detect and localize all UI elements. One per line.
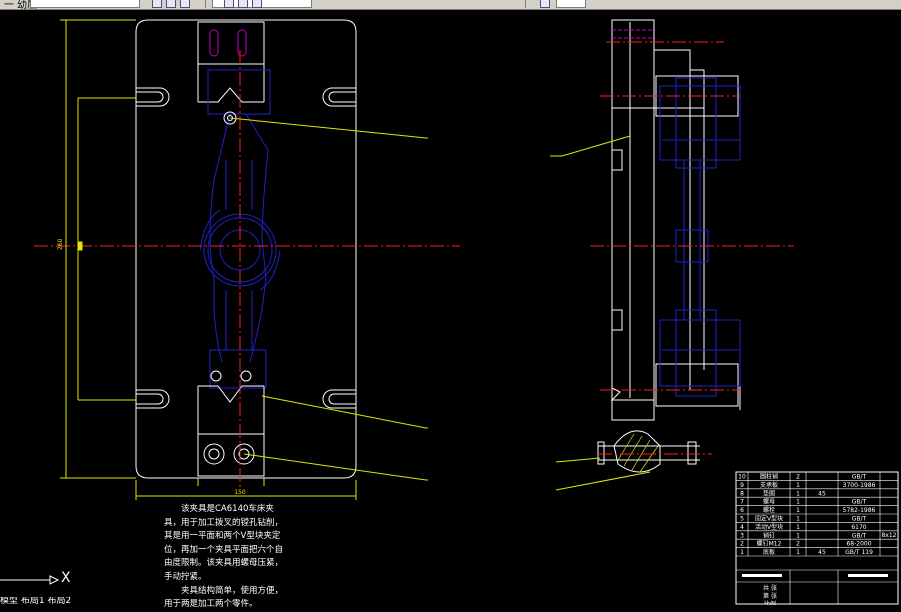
part-name: 圆柱销	[760, 473, 778, 481]
part-standard: 5782-1986	[843, 507, 876, 514]
leader-lines	[229, 117, 428, 481]
ucs-x-label: X	[61, 570, 71, 586]
side-note: 8x12	[881, 532, 896, 539]
title-block-footer: 比例	[764, 600, 776, 605]
pin-slot-right	[237, 29, 247, 57]
side-leader-lines	[550, 135, 651, 491]
part-qty: 1	[796, 524, 800, 531]
part-number: 10	[738, 474, 746, 481]
part-name: 活动V型块	[755, 523, 783, 531]
u-slot-top-left	[136, 87, 170, 107]
part-qty: 1	[796, 532, 800, 539]
part-material: 45	[818, 549, 826, 556]
pin-slot-left	[209, 29, 219, 57]
part-qty: 2	[796, 474, 800, 481]
cad-drawing-canvas[interactable]: 260 150 10 圆柱销 2 GB/T9 支承板 1 3700-19868 …	[0, 10, 901, 605]
front-view: 260 150	[34, 19, 460, 500]
side-bottom-boss	[655, 363, 739, 407]
title-block-border	[735, 471, 899, 605]
part-name: 底板	[763, 548, 775, 556]
part-number: 3	[740, 532, 744, 539]
toolbar: 一 幼层	[0, 0, 901, 10]
part-name: 支承板	[760, 481, 778, 489]
part-standard: GB/T 119	[845, 549, 873, 556]
part-number: 7	[740, 499, 744, 506]
dim-plate-width: 150	[234, 489, 246, 496]
lightbulb-icon[interactable]	[224, 0, 234, 8]
part-number: 4	[740, 524, 744, 531]
part-name: 垫圈	[763, 489, 775, 497]
part-standard: GB/T	[852, 499, 867, 506]
part-standard: 6170	[851, 524, 866, 531]
part-standard: GB/T	[852, 532, 867, 539]
part-standard: 3700-1986	[843, 482, 876, 489]
title-block-footer: 共 张	[763, 584, 777, 592]
part-number: 5	[740, 516, 744, 523]
u-slot-bottom-left	[136, 389, 170, 409]
pin-bottom-left	[210, 370, 222, 382]
sun-icon[interactable]	[238, 0, 248, 8]
pin-bottom-right	[240, 370, 252, 382]
part-number: 1	[740, 549, 744, 556]
workpiece-section	[613, 430, 661, 473]
part-material: 45	[818, 490, 826, 497]
part-qty: 1	[796, 516, 800, 523]
part-qty: 1	[796, 499, 800, 506]
part-qty: 1	[796, 490, 800, 497]
layer-dropdown[interactable]	[30, 0, 140, 8]
part-qty: 1	[796, 507, 800, 514]
ucs-icon	[0, 575, 60, 585]
color-dropdown[interactable]	[556, 0, 586, 8]
bolt-left	[203, 443, 225, 465]
part-name: 销钉	[763, 531, 775, 539]
title-block: 10 圆柱销 2 GB/T 9 支承板 1 3700-1986 8 垫圈 1 45 7 螺母 1 GB/T 6 螺…	[735, 471, 899, 605]
part-number: 6	[740, 507, 744, 514]
layer-state-icon[interactable]	[180, 0, 190, 8]
base-plate-outline	[135, 19, 357, 479]
part-number: 2	[740, 541, 744, 548]
u-slot-bottom-right	[322, 389, 356, 409]
side-bolt	[597, 441, 700, 465]
u-slot-top-left-inner	[136, 91, 164, 103]
part-qty: 1	[796, 549, 800, 556]
layer-properties-icon[interactable]	[152, 0, 162, 8]
layout-tabs[interactable]: 模型 布局1 布局2	[0, 597, 220, 605]
part-name: 螺母	[763, 498, 775, 506]
match-properties-icon[interactable]	[540, 0, 550, 8]
lock-icon[interactable]	[252, 0, 262, 8]
part-qty: 1	[796, 482, 800, 489]
part-number: 9	[740, 482, 744, 489]
top-clamp-block	[197, 21, 265, 65]
technical-notes: 该夹具是CA6140车床夹具，用于加工拨叉的镗孔钻削，其是用一平面和两个V型块夹…	[164, 503, 290, 612]
part-standard: 68-2000	[846, 541, 871, 548]
part-standard: GB/T	[852, 516, 867, 523]
u-slot-top-right	[322, 87, 356, 107]
layer-previous-icon[interactable]	[166, 0, 176, 8]
part-name: 固定V型块	[755, 515, 783, 523]
part-name: 螺栓	[763, 506, 775, 514]
u-slot-top-right-inner	[328, 91, 356, 103]
notes-paragraph-1: 该夹具是CA6140车床夹具，用于加工拨叉的镗孔钻削，其是用一平面和两个V型块夹…	[164, 504, 284, 582]
side-fork-part	[659, 77, 741, 397]
side-view	[550, 19, 794, 491]
part-qty: 2	[796, 541, 800, 548]
title-block-footer: 第 张	[763, 592, 777, 600]
part-name: 螺钉M12	[757, 540, 782, 548]
part-number: 8	[740, 490, 744, 497]
u-slot-bottom-left-inner	[136, 393, 164, 405]
dim-plate-height: 260	[57, 238, 64, 250]
u-slot-bottom-right-inner	[328, 393, 356, 405]
part-standard: GB/T	[852, 474, 867, 481]
